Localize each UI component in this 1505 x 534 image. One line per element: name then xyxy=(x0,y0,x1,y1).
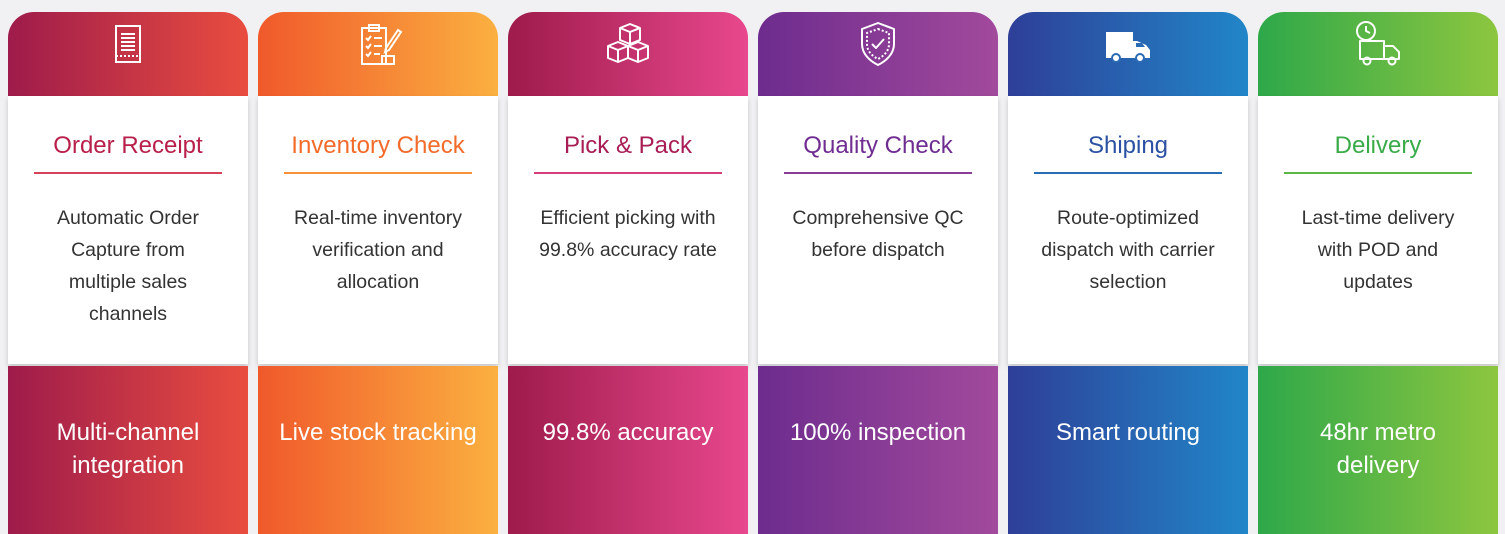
stage-description: Automatic Order Capture from multiple sa… xyxy=(57,207,199,325)
stage-title: Shiping xyxy=(1087,132,1169,159)
stage-quality-check: Quality Check Comprehensive QC before di… xyxy=(758,12,998,534)
timed-delivery-truck-icon xyxy=(1356,21,1400,66)
stage-highlight: 99.8% accuracy xyxy=(542,419,714,446)
stage-footer: 99.8% accuracy xyxy=(508,366,748,534)
stage-footer: 100% inspection xyxy=(758,366,998,534)
clipboard-checklist-icon xyxy=(361,24,403,65)
stage-order-receipt: Order Receipt Automatic Order Capture fr… xyxy=(8,12,248,534)
shield-check-icon xyxy=(861,22,895,66)
document-icon xyxy=(115,25,141,63)
stage-title: Order Receipt xyxy=(53,132,203,159)
title-underline xyxy=(784,172,972,174)
title-underline xyxy=(1034,172,1222,174)
title-underline xyxy=(534,172,722,174)
stage-description: Last-time delivery with POD and updates xyxy=(1301,207,1455,293)
stage-header xyxy=(258,12,498,96)
stage-card: Inventory Check Real-time inventory veri… xyxy=(258,96,498,364)
stage-card: Pick & Pack Efficient picking with 99.8%… xyxy=(508,96,748,364)
stage-card: Delivery Last-time delivery with POD and… xyxy=(1258,96,1498,364)
stage-footer: Multi-channel integration xyxy=(8,366,248,534)
stage-card: Quality Check Comprehensive QC before di… xyxy=(758,96,998,364)
boxes-icon xyxy=(607,23,649,63)
stage-highlight: Multi-channel integration xyxy=(56,419,200,479)
stage-pick-and-pack: Pick & Pack Efficient picking with 99.8%… xyxy=(508,12,748,534)
stage-description: Efficient picking with 99.8% accuracy ra… xyxy=(539,207,717,261)
stage-delivery: Delivery Last-time delivery with POD and… xyxy=(1258,12,1498,534)
stage-card: Shiping Route-optimized dispatch with ca… xyxy=(1008,96,1248,364)
stage-header xyxy=(758,12,998,96)
stage-card: Order Receipt Automatic Order Capture fr… xyxy=(8,96,248,364)
delivery-van-icon xyxy=(1106,32,1150,63)
stage-footer: Live stock tracking xyxy=(258,366,498,534)
title-underline xyxy=(34,172,222,174)
stage-description: Comprehensive QC before dispatch xyxy=(792,207,964,261)
title-underline xyxy=(284,172,472,174)
stage-highlight: Smart routing xyxy=(1055,419,1201,446)
stage-header xyxy=(8,12,248,96)
stage-description: Route-optimized dispatch with carrier se… xyxy=(1041,207,1215,293)
stage-header xyxy=(508,12,748,96)
stage-highlight: Live stock tracking xyxy=(279,419,477,446)
stage-highlight: 100% inspection xyxy=(789,419,967,446)
title-underline xyxy=(1284,172,1472,174)
stage-highlight: 48hr metro delivery xyxy=(1319,419,1437,479)
stage-title: Inventory Check xyxy=(291,132,465,159)
stage-footer: 48hr metro delivery xyxy=(1258,366,1498,534)
stage-title: Pick & Pack xyxy=(563,132,693,159)
stage-shiping: Shiping Route-optimized dispatch with ca… xyxy=(1008,12,1248,534)
stage-inventory-check: Inventory Check Real-time inventory veri… xyxy=(258,12,498,534)
process-flow: Order Receipt Automatic Order Capture fr… xyxy=(0,0,1505,534)
stage-footer: Smart routing xyxy=(1008,366,1248,534)
stage-description: Real-time inventory verification and all… xyxy=(294,207,462,293)
stage-header xyxy=(1008,12,1248,96)
stage-header xyxy=(1258,12,1498,96)
stage-title: Delivery xyxy=(1334,132,1422,159)
stage-title: Quality Check xyxy=(803,132,953,159)
